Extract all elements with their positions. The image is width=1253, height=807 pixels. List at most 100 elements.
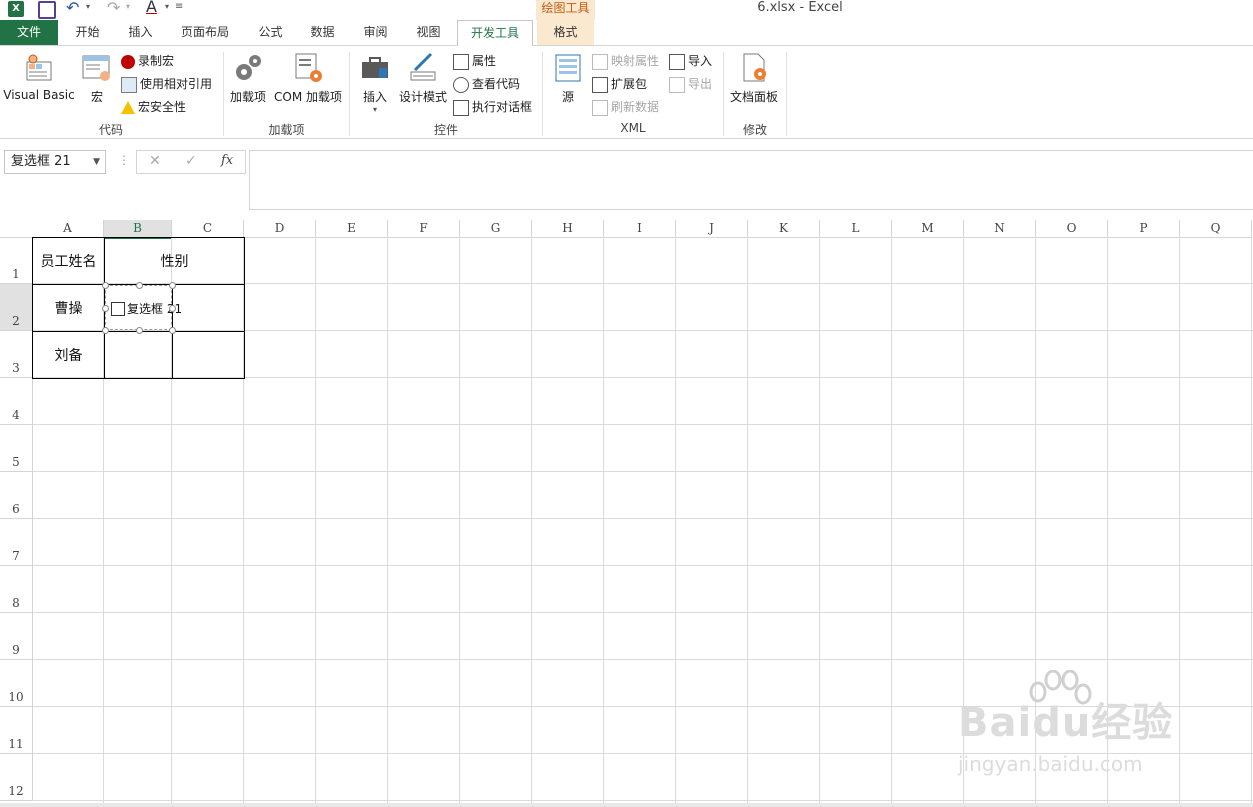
resize-handle[interactable] xyxy=(136,282,143,289)
gridline-vertical xyxy=(387,237,388,807)
tab-formulas[interactable]: 公式 xyxy=(248,20,293,45)
map-properties-button[interactable]: 映射属性 xyxy=(592,51,659,71)
resize-handle[interactable] xyxy=(136,327,143,334)
view-code-button[interactable]: 查看代码 xyxy=(453,74,520,94)
column-header-I[interactable]: I xyxy=(604,220,676,238)
insert-control-button[interactable]: 插入 ▾ xyxy=(355,52,395,114)
resize-handle[interactable] xyxy=(169,327,176,334)
gridline-vertical xyxy=(675,237,676,807)
row-header-2[interactable]: 2 xyxy=(0,284,33,331)
run-dialog-button[interactable]: 执行对话框 xyxy=(453,97,532,117)
view-code-icon xyxy=(453,76,469,93)
row-header-9[interactable]: 9 xyxy=(0,613,33,660)
cell-B1[interactable]: 性别 xyxy=(105,237,244,284)
tab-page-layout[interactable]: 页面布局 xyxy=(170,20,240,45)
visual-basic-button[interactable]: Visual Basic xyxy=(2,52,76,102)
row-header-6[interactable]: 6 xyxy=(0,472,33,519)
worksheet-grid[interactable]: ABCDEFGHIJKLMNOPQ 1 2 3 4 5 6 7 8 9 10 11 12 员工姓名 性… xyxy=(0,220,1253,807)
tab-format[interactable]: 格式 xyxy=(537,20,594,45)
customize-qat-icon[interactable]: ≡ xyxy=(175,1,183,12)
column-header-K[interactable]: K xyxy=(748,220,820,238)
column-header-E[interactable]: E xyxy=(316,220,388,238)
tab-developer[interactable]: 开发工具 xyxy=(457,20,533,47)
resize-handle[interactable] xyxy=(102,327,109,334)
font-color-dropdown-icon[interactable]: ▾ xyxy=(165,2,169,11)
column-header-A[interactable]: A xyxy=(32,220,104,238)
xml-import-button[interactable]: 导入 xyxy=(669,51,712,71)
gridline-vertical xyxy=(459,237,460,807)
relative-references-icon xyxy=(121,76,137,93)
row-header-4[interactable]: 4 xyxy=(0,378,33,425)
tab-review[interactable]: 审阅 xyxy=(353,20,398,45)
cell-A1[interactable]: 员工姓名 xyxy=(33,237,104,284)
formula-bar-grip-icon: ⋮ xyxy=(118,153,130,167)
column-header-J[interactable]: J xyxy=(676,220,748,238)
font-color-icon[interactable]: A xyxy=(146,0,157,16)
name-box[interactable]: 复选框 21 ▼ xyxy=(4,150,106,174)
com-addins-icon xyxy=(292,52,324,84)
macros-button[interactable]: 宏 xyxy=(80,52,114,105)
redo-dropdown-icon[interactable]: ▾ xyxy=(126,2,130,11)
macro-security-button[interactable]: 宏安全性 xyxy=(121,97,186,117)
column-header-N[interactable]: N xyxy=(964,220,1036,238)
resize-handle[interactable] xyxy=(102,305,109,312)
insert-function-icon[interactable]: fx xyxy=(221,153,233,168)
column-header-G[interactable]: G xyxy=(460,220,532,238)
checkbox-control[interactable]: 复选框 21 xyxy=(105,285,182,330)
properties-button[interactable]: 属性 xyxy=(453,51,496,71)
cell-A3[interactable]: 刘备 xyxy=(33,331,104,378)
document-panel-button[interactable]: 文档面板 xyxy=(728,52,780,105)
column-header-Q[interactable]: Q xyxy=(1180,220,1252,238)
row-header-10[interactable]: 10 xyxy=(0,660,33,707)
tab-view[interactable]: 视图 xyxy=(406,20,451,45)
cell-A2[interactable]: 曹操 xyxy=(33,284,104,331)
refresh-data-button[interactable]: 刷新数据 xyxy=(592,97,659,117)
formula-buttons: ✕ ✓ fx xyxy=(136,150,246,174)
tab-home[interactable]: 开始 xyxy=(65,20,110,45)
save-icon[interactable] xyxy=(38,1,56,19)
name-box-dropdown-icon[interactable]: ▼ xyxy=(93,151,100,173)
relative-references-button[interactable]: 使用相对引用 xyxy=(121,74,212,94)
row-header-11[interactable]: 11 xyxy=(0,707,33,754)
resize-handle[interactable] xyxy=(169,305,176,312)
column-header-C[interactable]: C xyxy=(172,220,244,238)
formula-input[interactable] xyxy=(249,150,1253,210)
row-header-5[interactable]: 5 xyxy=(0,425,33,472)
select-all-corner[interactable] xyxy=(0,220,33,238)
undo-dropdown-icon[interactable]: ▾ xyxy=(86,2,90,11)
column-header-O[interactable]: O xyxy=(1036,220,1108,238)
redo-icon[interactable]: ↷ xyxy=(107,0,120,17)
row-header-3[interactable]: 3 xyxy=(0,331,33,378)
column-header-P[interactable]: P xyxy=(1108,220,1180,238)
row-header-7[interactable]: 7 xyxy=(0,519,33,566)
column-header-H[interactable]: H xyxy=(532,220,604,238)
tab-file[interactable]: 文件 xyxy=(0,20,58,45)
row-header-1[interactable]: 1 xyxy=(0,237,33,284)
tab-data[interactable]: 数据 xyxy=(300,20,345,45)
tab-insert[interactable]: 插入 xyxy=(118,20,163,45)
column-header-D[interactable]: D xyxy=(244,220,316,238)
record-macro-button[interactable]: 录制宏 xyxy=(121,51,174,71)
row-header-12[interactable]: 12 xyxy=(0,754,33,801)
horizontal-scrollbar[interactable] xyxy=(0,803,1253,807)
resize-handle[interactable] xyxy=(102,282,109,289)
cancel-icon[interactable]: ✕ xyxy=(149,153,161,169)
excel-logo-icon: X xyxy=(8,1,24,17)
column-header-M[interactable]: M xyxy=(892,220,964,238)
enter-icon[interactable]: ✓ xyxy=(185,153,197,169)
gridline-vertical xyxy=(819,237,820,807)
xml-export-button[interactable]: 导出 xyxy=(669,74,712,94)
design-mode-button[interactable]: 设计模式 xyxy=(397,52,449,105)
title-bar: X ↶ ▾ ↷ ▾ A ▾ ≡ 6.xlsx - Excel xyxy=(0,0,1253,20)
com-addins-button[interactable]: COM 加载项 xyxy=(271,52,345,105)
checkbox-box[interactable] xyxy=(111,302,125,316)
column-header-F[interactable]: F xyxy=(388,220,460,238)
row-header-8[interactable]: 8 xyxy=(0,566,33,613)
undo-icon[interactable]: ↶ xyxy=(66,0,79,17)
xml-source-button[interactable]: 源 xyxy=(550,52,586,105)
column-header-L[interactable]: L xyxy=(820,220,892,238)
resize-handle[interactable] xyxy=(169,282,176,289)
addins-button[interactable]: 加载项 xyxy=(228,52,268,105)
expansion-packs-button[interactable]: 扩展包 xyxy=(592,74,647,94)
import-icon xyxy=(669,53,685,70)
